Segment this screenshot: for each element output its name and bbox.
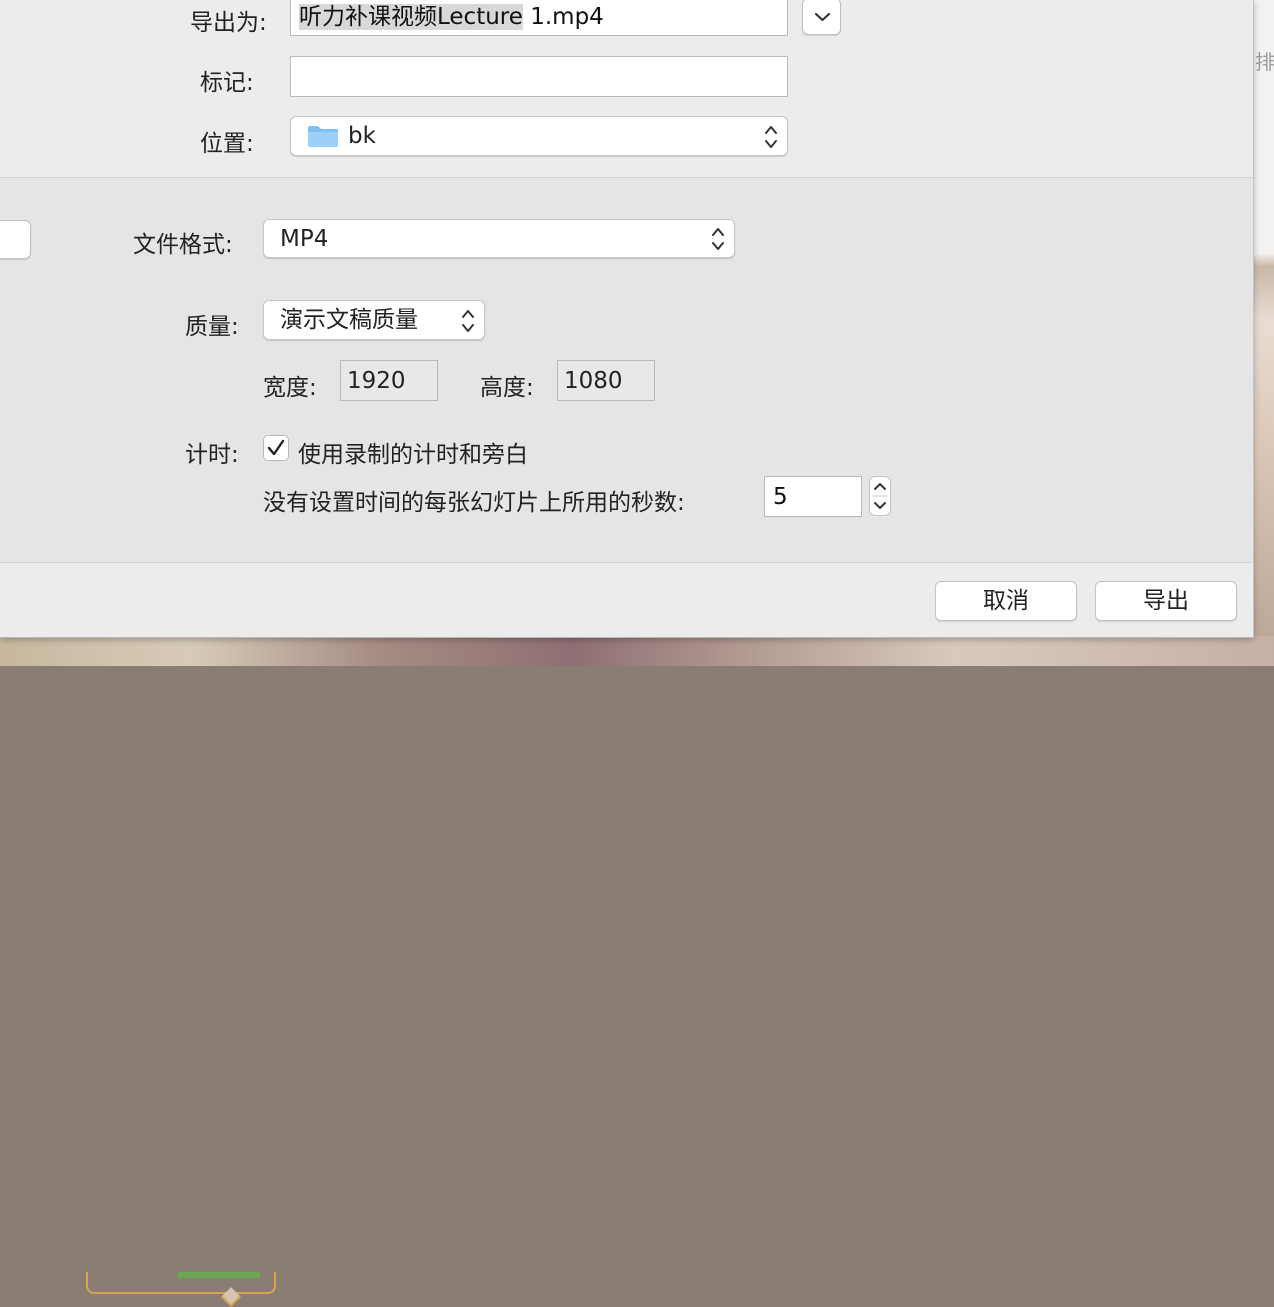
cancel-button[interactable]: 取消 xyxy=(935,581,1077,621)
file-format-label: 文件格式: xyxy=(133,232,233,258)
timing-checkbox[interactable] xyxy=(263,435,289,461)
folder-icon xyxy=(308,126,338,147)
tags-label: 标记: xyxy=(200,70,254,96)
width-field: 1920 xyxy=(340,360,438,401)
desktop-background-bottom xyxy=(0,636,1274,1307)
timing-label: 计时: xyxy=(185,442,239,468)
filename-selected-text: 听力补课视频Lecture xyxy=(299,4,523,30)
checkmark-icon xyxy=(267,439,285,456)
export-button[interactable]: 导出 xyxy=(1095,581,1237,621)
stepper-arrows-icon xyxy=(872,483,888,509)
partial-left-control[interactable] xyxy=(0,220,31,259)
seconds-stepper[interactable] xyxy=(869,476,891,516)
file-format-popup[interactable]: MP4 xyxy=(263,219,735,258)
format-options-section: 文件格式: MP4 质量: 演示文稿质量 宽度: 1920 高度: 1080 计… xyxy=(0,178,1253,562)
export-dialog: 导出为: 听力补课视频Lecture 1.mp4 标记: 位置: bk 文件格式… xyxy=(0,0,1254,638)
timing-checkbox-label[interactable]: 使用录制的计时和旁白 xyxy=(298,435,528,469)
quality-popup[interactable]: 演示文稿质量 xyxy=(263,300,485,340)
filename-field[interactable]: 听力补课视频Lecture 1.mp4 xyxy=(290,0,788,36)
location-value: bk xyxy=(348,123,376,149)
height-label: 高度: xyxy=(480,375,534,401)
location-popup[interactable]: bk xyxy=(290,116,788,156)
export-as-label: 导出为: xyxy=(190,10,267,36)
filename-extension-text: 1.mp4 xyxy=(522,4,604,30)
save-location-section: 导出为: 听力补课视频Lecture 1.mp4 标记: 位置: bk xyxy=(0,0,1253,177)
background-speech-bubble xyxy=(86,1272,276,1307)
height-field: 1080 xyxy=(557,360,655,401)
tags-field[interactable] xyxy=(290,56,788,97)
desktop-background: 排 xyxy=(1254,0,1274,666)
up-down-arrows-icon xyxy=(712,228,724,250)
background-text: 排 xyxy=(1255,50,1274,74)
quality-label: 质量: xyxy=(185,314,239,340)
dialog-button-bar: 取消 导出 xyxy=(0,563,1253,637)
up-down-arrows-icon xyxy=(462,310,474,332)
expand-dialog-button[interactable] xyxy=(802,0,841,35)
quality-value: 演示文稿质量 xyxy=(280,307,418,333)
chevron-down-icon xyxy=(814,12,831,22)
width-label: 宽度: xyxy=(263,375,317,401)
location-label: 位置: xyxy=(200,131,254,157)
seconds-label: 没有设置时间的每张幻灯片上所用的秒数: xyxy=(263,490,685,516)
file-format-value: MP4 xyxy=(280,226,329,252)
seconds-field[interactable]: 5 xyxy=(764,476,862,517)
up-down-arrows-icon xyxy=(765,126,777,148)
